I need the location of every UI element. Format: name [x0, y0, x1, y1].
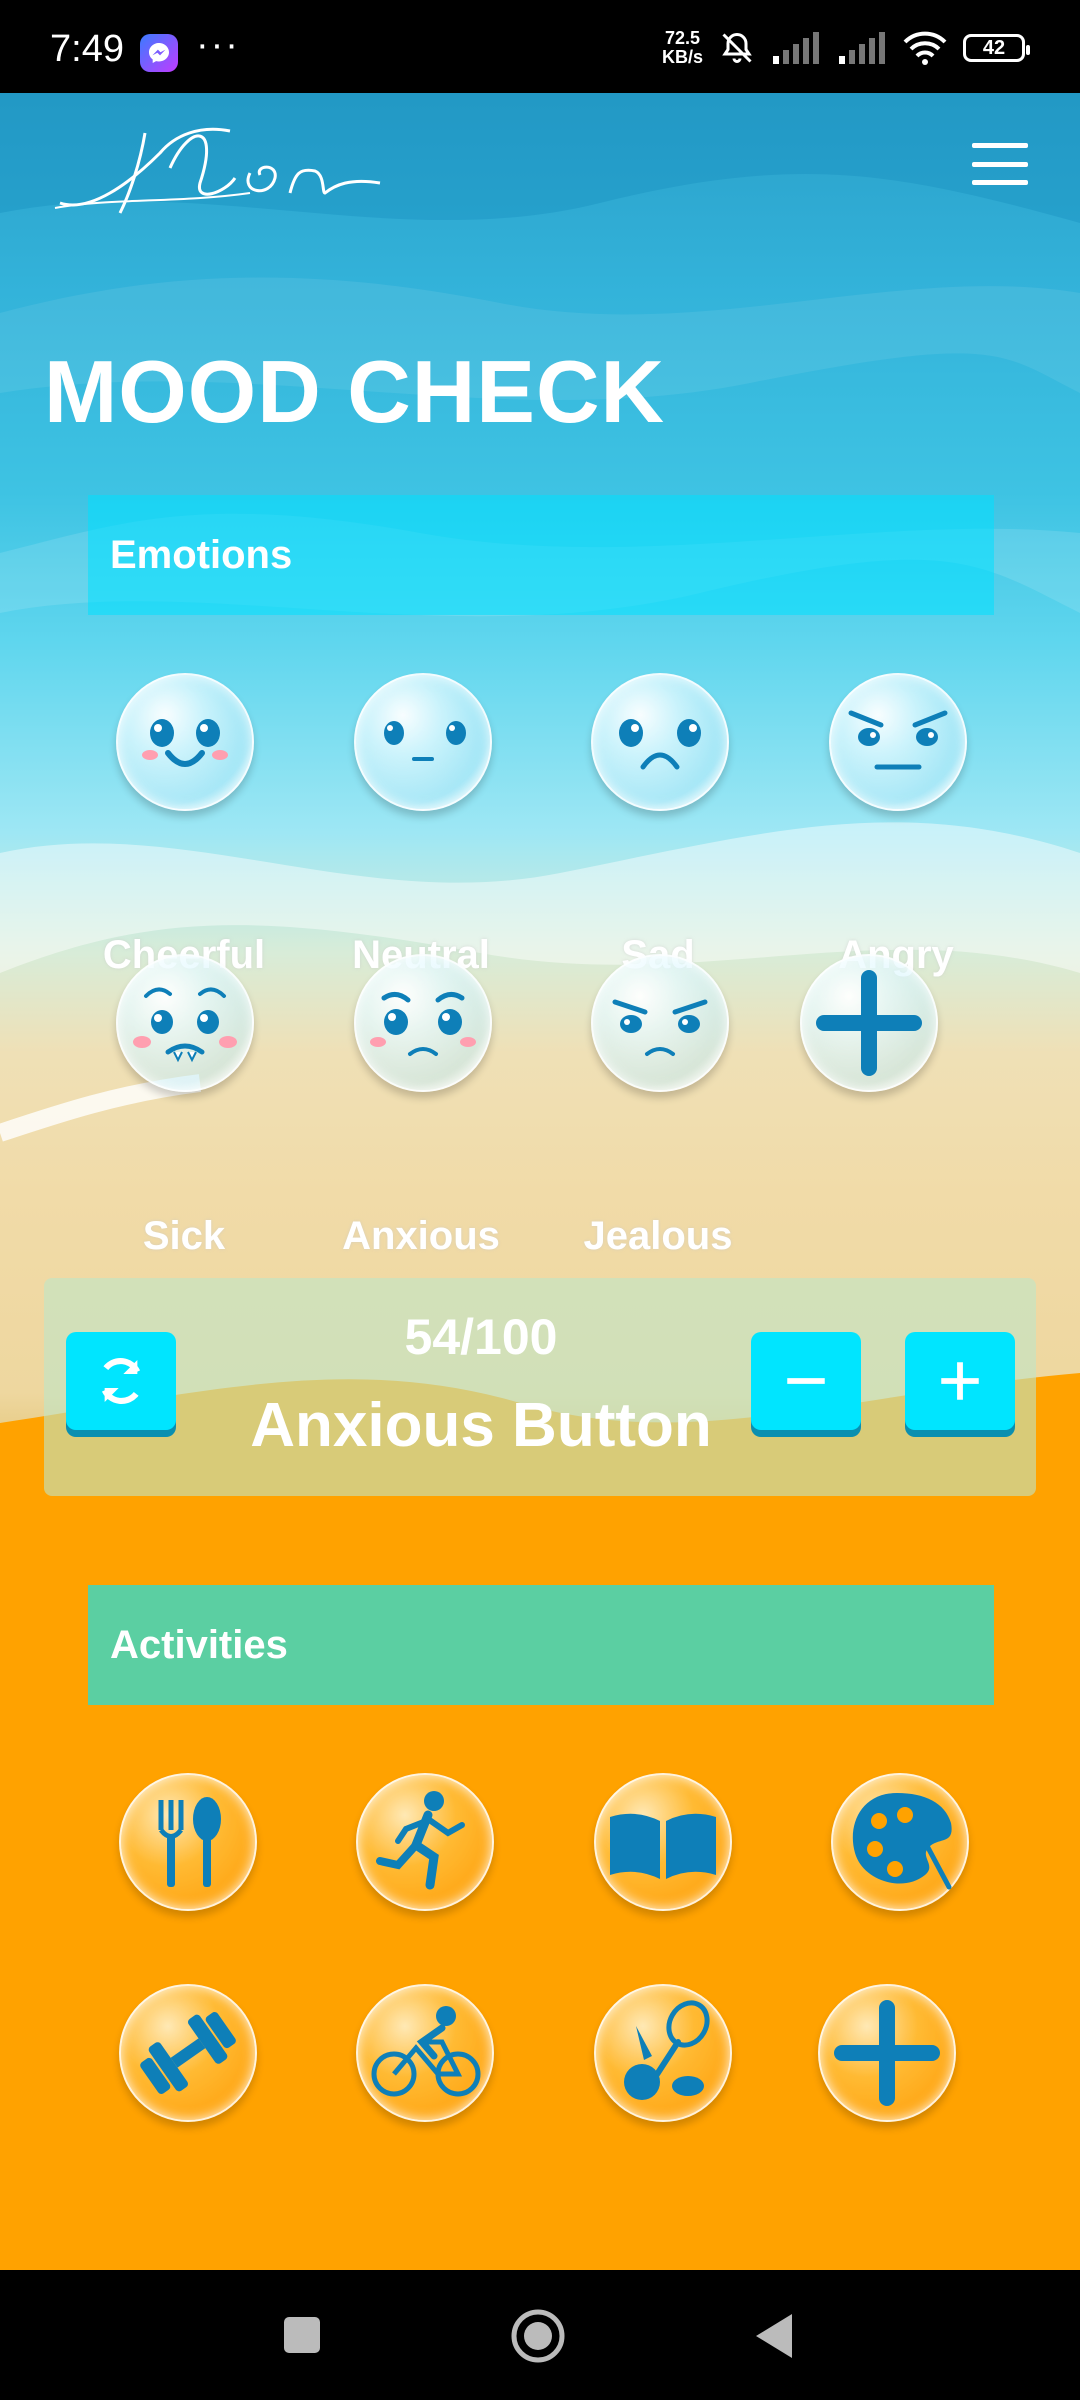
elon-logo	[54, 127, 381, 214]
activity-sports-button[interactable]	[594, 1984, 732, 2122]
activity-workout-button[interactable]	[119, 1984, 257, 2122]
book-icon	[610, 1813, 716, 1879]
cheerful-face-icon	[142, 719, 228, 767]
emotion-sick-button[interactable]	[116, 954, 254, 1092]
decrement-button[interactable]	[751, 1332, 861, 1430]
sad-face-icon	[619, 719, 701, 770]
mute-bell-icon	[722, 32, 752, 63]
emotion-jealous-button[interactable]	[591, 954, 729, 1092]
activity-cycling-button[interactable]	[356, 1984, 494, 2122]
angry-face-icon	[848, 710, 948, 770]
network-speed: 72.5 KB/s	[661, 28, 703, 67]
activity-eating-button[interactable]	[119, 1773, 257, 1911]
add-icon	[816, 970, 922, 1076]
status-time: 7:49	[50, 28, 124, 70]
wifi-icon	[903, 31, 947, 65]
add-emotion-button[interactable]	[800, 954, 938, 1092]
emotion-anxious-button[interactable]	[354, 954, 492, 1092]
emotion-cheerful-button[interactable]	[116, 673, 254, 811]
fork-spoon-icon	[158, 1797, 221, 1887]
emotion-sad-button[interactable]	[591, 673, 729, 811]
mood-check-screen: MOOD CHECK Emotions Cheerful Neutral Sad	[0, 93, 1080, 2270]
emotions-header: Emotions	[88, 495, 994, 615]
running-icon	[376, 1791, 465, 1890]
messenger-notification-icon	[140, 34, 178, 72]
activity-running-button[interactable]	[356, 1773, 494, 1911]
palette-icon	[852, 1793, 952, 1890]
emotion-label-jealous: Jealous	[583, 1214, 733, 1258]
plus-icon	[941, 1362, 979, 1400]
add-icon	[834, 2000, 940, 2106]
activity-painting-button[interactable]	[831, 1773, 969, 1911]
mood-counter-panel: 54/100 Anxious Button	[44, 1278, 1036, 1496]
signal-icon-1	[773, 32, 819, 64]
activities-header-label: Activities	[110, 1622, 288, 1667]
minus-icon	[787, 1378, 825, 1384]
page-title: MOOD CHECK	[44, 342, 666, 441]
emotion-label-anxious: Anxious	[342, 1214, 500, 1258]
recent-apps-icon[interactable]	[282, 2315, 322, 2355]
neutral-face-icon	[384, 721, 466, 761]
signal-icon-2	[839, 32, 885, 64]
status-bar: 7:49 ··· 72.5 KB/s 42	[0, 0, 1080, 93]
emotion-label-sick: Sick	[142, 1214, 226, 1258]
system-navigation-bar	[0, 2270, 1080, 2400]
emotion-angry-button[interactable]	[829, 673, 967, 811]
more-notifications-icon: ···	[196, 24, 240, 66]
cycling-icon	[371, 2006, 481, 2097]
jealous-face-icon	[612, 999, 708, 1056]
activity-reading-button[interactable]	[594, 1773, 732, 1911]
home-icon[interactable]	[510, 2308, 566, 2364]
sick-face-icon	[133, 987, 237, 1063]
status-icons: 72.5 KB/s 42	[661, 26, 1030, 70]
add-activity-button[interactable]	[818, 1984, 956, 2122]
dumbbell-icon	[140, 2012, 236, 2094]
anxious-face-icon	[370, 992, 476, 1056]
battery-icon: 42	[963, 34, 1030, 62]
activities-header: Activities	[88, 1585, 994, 1705]
emotions-header-label: Emotions	[110, 532, 293, 577]
hamburger-menu-icon[interactable]	[972, 143, 1028, 185]
sports-icon	[624, 2000, 710, 2100]
increment-button[interactable]	[905, 1332, 1015, 1430]
emotion-neutral-button[interactable]	[354, 673, 492, 811]
back-icon[interactable]	[752, 2312, 796, 2360]
